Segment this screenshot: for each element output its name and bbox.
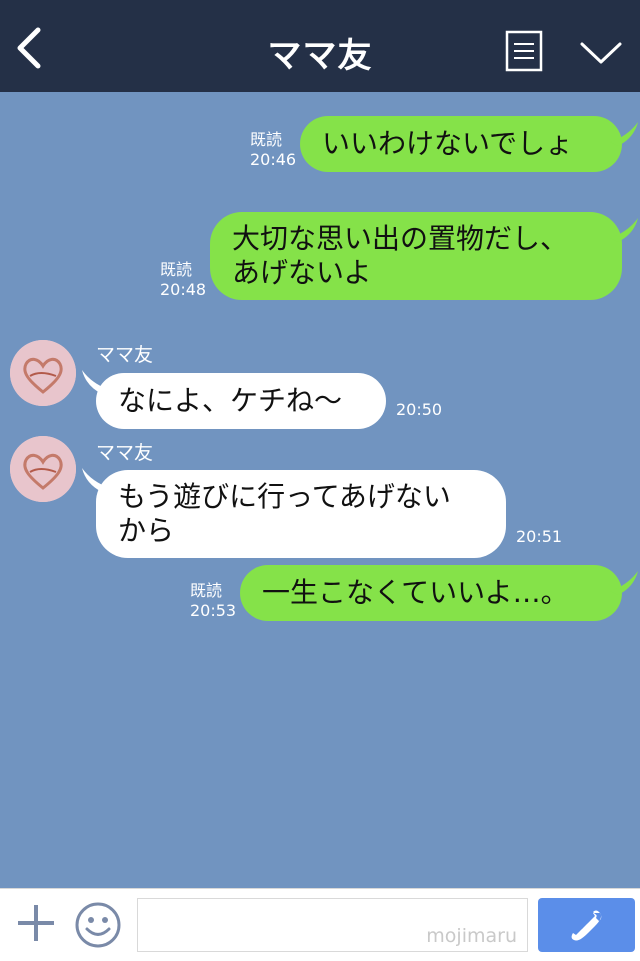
bubble-tail	[610, 571, 638, 595]
outgoing-message[interactable]: いいわけないでしょ	[300, 116, 622, 172]
chevron-down-icon[interactable]	[578, 38, 624, 68]
message-time: 20:48	[160, 280, 207, 299]
plus-icon[interactable]	[16, 903, 56, 943]
message-time: 20:51	[516, 527, 563, 546]
incoming-message[interactable]: もう遊びに行ってあげない から	[96, 470, 506, 558]
read-receipt: 既読	[190, 581, 223, 600]
message-input[interactable]: mojimaru	[137, 898, 528, 952]
smiley-icon[interactable]	[74, 901, 122, 949]
bubble-tail	[610, 122, 638, 146]
bubble-tail	[610, 218, 638, 242]
input-bar: mojimaru	[0, 888, 640, 961]
watermark: mojimaru	[426, 925, 517, 947]
chat-title: ママ友	[267, 36, 373, 76]
sender-name: ママ友	[96, 442, 154, 464]
message-list[interactable]: 既読 20:46 いいわけないでしょ 既読 20:48 大切な思い出の置物だし、…	[0, 92, 640, 888]
message-time: 20:46	[250, 150, 297, 169]
heart-ornament-icon	[10, 436, 76, 502]
note-icon[interactable]	[505, 30, 543, 72]
incoming-message[interactable]: なによ、ケチね〜	[96, 373, 386, 429]
message-time: 20:53	[190, 601, 237, 620]
call-button[interactable]	[538, 898, 635, 952]
avatar[interactable]	[10, 436, 76, 502]
avatar[interactable]	[10, 340, 76, 406]
sender-name: ママ友	[96, 344, 154, 366]
phone-icon	[571, 910, 602, 941]
outgoing-message[interactable]: 一生こなくていいよ…。	[240, 565, 622, 621]
chat-header: ママ友	[0, 0, 640, 92]
read-receipt: 既読	[160, 260, 193, 279]
outgoing-message[interactable]: 大切な思い出の置物だし、 あげないよ	[210, 212, 622, 300]
heart-ornament-icon	[10, 340, 76, 406]
read-receipt: 既読	[250, 130, 283, 149]
message-time: 20:50	[396, 400, 443, 419]
